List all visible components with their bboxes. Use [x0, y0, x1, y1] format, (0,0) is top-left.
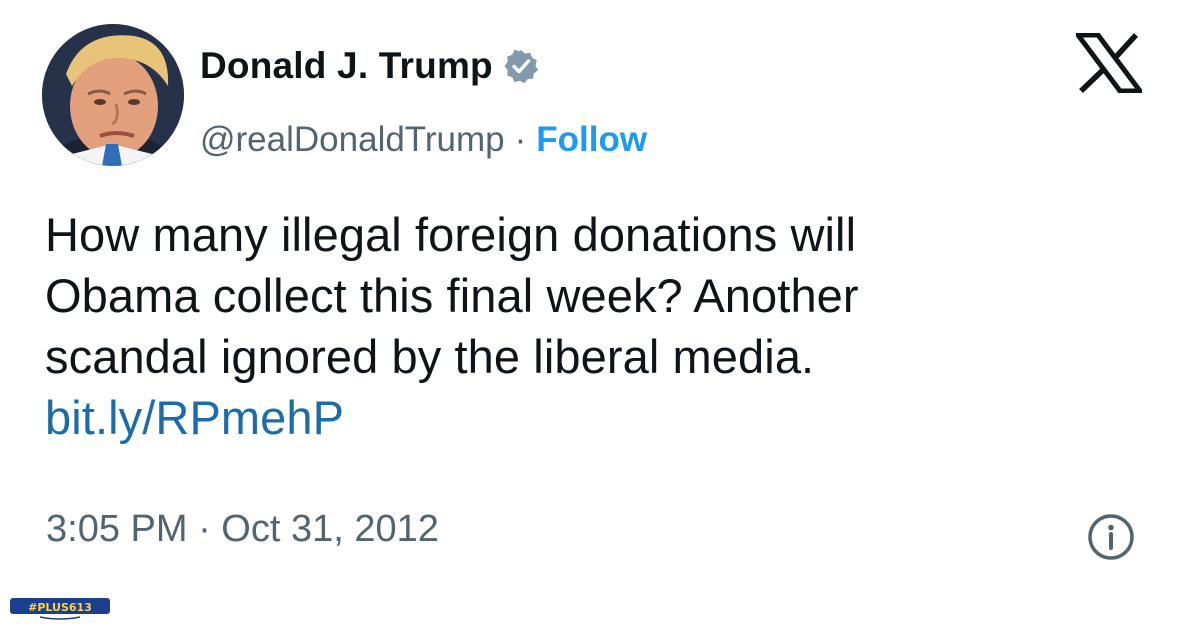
handle-row: @realDonaldTrump · Follow: [200, 120, 647, 160]
tweet-link[interactable]: bit.ly/RPmehP: [45, 387, 1105, 448]
tweet-text-line: Obama collect this final week? Another: [45, 269, 859, 322]
tweet-timestamp[interactable]: 3:05 PM · Oct 31, 2012: [46, 508, 439, 551]
name-row: Donald J. Trump: [200, 40, 647, 92]
author-info: Donald J. Trump @realDonaldTrump · Follo…: [200, 40, 647, 160]
info-icon[interactable]: [1086, 512, 1136, 562]
avatar-photo: [42, 24, 184, 166]
tweet-text: How many illegal foreign donations will …: [45, 204, 1105, 448]
follow-button[interactable]: Follow: [536, 120, 647, 160]
author-display-name[interactable]: Donald J. Trump: [200, 45, 493, 87]
tweet-card: Donald J. Trump @realDonaldTrump · Follo…: [0, 0, 1179, 628]
watermark-logo: #PLUS613: [10, 596, 110, 620]
verified-badge-icon: [503, 48, 539, 84]
svg-text:#PLUS613: #PLUS613: [28, 601, 92, 614]
tweet-text-line: How many illegal foreign donations will: [45, 208, 857, 261]
author-avatar[interactable]: [42, 24, 184, 166]
x-logo-icon[interactable]: [1073, 32, 1145, 94]
separator-dot: ·: [514, 120, 527, 159]
author-handle[interactable]: @realDonaldTrump: [200, 120, 505, 160]
tweet-text-line: scandal ignored by the liberal media.: [45, 330, 815, 383]
